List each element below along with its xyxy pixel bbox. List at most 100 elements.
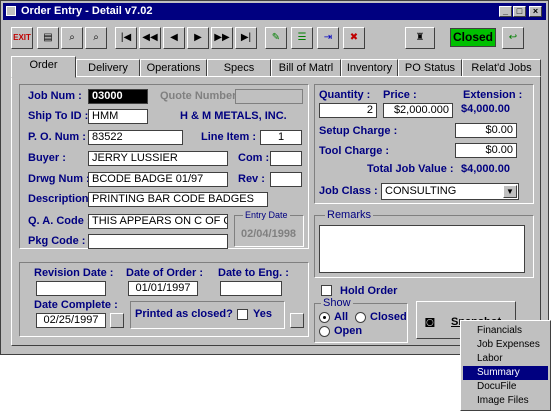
drawing-num-label: Drwg Num : <box>28 173 90 185</box>
setup-charge-label: Setup Charge : <box>319 125 398 137</box>
list-icon[interactable]: ☰ <box>291 27 313 49</box>
qa-code-field[interactable]: THIS APPEARS ON C OF C <box>88 214 228 229</box>
tab-order[interactable]: Order <box>11 56 76 78</box>
remarks-label: Remarks <box>325 209 374 221</box>
show-open-radio[interactable] <box>319 326 330 337</box>
menu-item-labor[interactable]: Labor <box>463 352 548 366</box>
print-icon[interactable]: ▤ <box>37 27 59 49</box>
snapshot-context-menu: Financials Job Expenses Labor Summary Do… <box>460 320 551 411</box>
quote-number-label: Quote Number : <box>160 90 244 102</box>
show-closed-radio[interactable] <box>355 312 366 323</box>
quantity-field[interactable]: 2 <box>319 103 377 118</box>
find-icon[interactable]: ⌕ <box>61 27 83 49</box>
line-item-field[interactable]: 1 <box>260 130 302 145</box>
tab-delivery[interactable]: Delivery <box>76 59 140 77</box>
pkg-code-field[interactable] <box>88 234 228 249</box>
price-field[interactable]: $2,000.000 <box>383 103 453 118</box>
edit-icon[interactable]: ✎ <box>265 27 287 49</box>
ship-to-field[interactable]: HMM <box>88 109 148 124</box>
printed-closed-group: Printed as closed? Yes <box>130 301 285 329</box>
tab-operations[interactable]: Operations <box>140 59 207 77</box>
job-num-field[interactable]: 03000 <box>88 89 148 104</box>
po-num-field[interactable]: 83522 <box>88 130 183 145</box>
setup-charge-field[interactable]: $0.00 <box>455 123 517 138</box>
close-button[interactable]: × <box>529 6 542 17</box>
rev-field[interactable] <box>270 172 302 187</box>
printed-yes-label: Yes <box>253 308 272 320</box>
menu-item-job-expenses[interactable]: Job Expenses <box>463 338 548 352</box>
maximize-button[interactable]: □ <box>513 6 526 17</box>
buyer-field[interactable]: JERRY LUSSIER <box>88 151 228 166</box>
find-next-icon[interactable]: ⌕ <box>85 27 107 49</box>
quote-number-field[interactable] <box>235 89 303 104</box>
entry-date-label: Entry Date <box>243 210 290 220</box>
title-bar: Order Entry - Detail v7.02 _ □ × <box>3 3 546 20</box>
menu-item-docufile[interactable]: DocuFile <box>463 380 548 394</box>
date-complete-button[interactable] <box>110 313 124 328</box>
buyer-label: Buyer : <box>28 152 66 164</box>
pkg-code-label: Pkg Code : <box>28 235 86 247</box>
qa-code-label: Q. A. Code : <box>28 215 91 227</box>
dates-group: Revision Date : Date of Order : 01/01/19… <box>19 262 309 337</box>
line-item-label: Line Item : <box>201 131 257 143</box>
remarks-field[interactable] <box>319 225 525 273</box>
delete-icon[interactable]: ✖ <box>343 27 365 49</box>
app-icon <box>6 6 16 16</box>
exit-icon[interactable]: EXIT <box>11 27 33 49</box>
company-name: H & M METALS, INC. <box>180 110 287 122</box>
menu-item-summary[interactable]: Summary <box>463 366 548 380</box>
order-panel: Job Num : 03000 Quote Number : Ship To I… <box>11 76 541 346</box>
printed-closed-label: Printed as closed? <box>135 308 233 320</box>
fast-back-icon[interactable]: ◀◀ <box>139 27 161 49</box>
remarks-group: Remarks <box>314 209 534 278</box>
order-entry-window: Order Entry - Detail v7.02 _ □ × EXIT ▤ … <box>0 0 549 355</box>
prev-record-icon[interactable]: ◀ <box>163 27 185 49</box>
tab-bill-of-material[interactable]: Bill of Matrl <box>271 59 341 77</box>
first-record-icon[interactable]: |◀ <box>115 27 137 49</box>
wizard-icon[interactable]: ♜ <box>405 27 435 49</box>
printed-closed-checkbox[interactable] <box>237 309 248 320</box>
tab-inventory[interactable]: Inventory <box>341 59 398 77</box>
drawing-num-field[interactable]: BCODE BADGE 01/97 <box>88 172 228 187</box>
window-title: Order Entry - Detail v7.02 <box>21 5 153 17</box>
quantity-label: Quantity : <box>319 89 371 101</box>
extension-value: $4,000.00 <box>461 103 510 115</box>
show-all-radio[interactable] <box>319 312 330 323</box>
date-to-eng-label: Date to Eng. : <box>218 267 289 279</box>
hold-order-checkbox[interactable] <box>321 285 332 296</box>
revision-date-label: Revision Date : <box>34 267 114 279</box>
show-all-label: All <box>334 311 349 323</box>
ship-to-label: Ship To ID : <box>28 110 89 122</box>
camera-icon: ◙ <box>425 314 435 331</box>
last-record-icon[interactable]: ▶| <box>235 27 257 49</box>
next-record-icon[interactable]: ▶ <box>187 27 209 49</box>
menu-item-financials[interactable]: Financials <box>463 324 548 338</box>
menu-item-image-files[interactable]: Image Files <box>463 394 548 408</box>
com-label: Com : <box>238 152 270 164</box>
transfer-icon[interactable]: ⇥ <box>317 27 339 49</box>
show-group: Show All Closed Open <box>314 297 408 343</box>
job-class-select[interactable]: CONSULTING <box>381 183 519 200</box>
chevron-down-icon[interactable]: ▼ <box>503 185 517 198</box>
extension-label: Extension : <box>463 89 523 101</box>
tab-specs[interactable]: Specs <box>207 59 271 77</box>
fast-forward-icon[interactable]: ▶▶ <box>211 27 233 49</box>
date-complete-label: Date Complete : <box>34 299 118 311</box>
date-complete-field[interactable]: 02/25/1997 <box>36 313 106 328</box>
description-field[interactable]: PRINTING BAR CODE BADGES <box>88 192 268 207</box>
com-field[interactable] <box>270 151 302 166</box>
rev-label: Rev : <box>238 173 265 185</box>
tab-po-status[interactable]: PO Status <box>398 59 462 77</box>
tab-related-jobs[interactable]: Relat'd Jobs <box>462 59 541 77</box>
tool-charge-field[interactable]: $0.00 <box>455 143 517 158</box>
description-label: Description : <box>28 193 96 205</box>
revision-date-field[interactable] <box>36 281 106 296</box>
minimize-button[interactable]: _ <box>499 6 512 17</box>
date-to-eng-field[interactable] <box>220 281 282 296</box>
show-label: Show <box>321 297 353 309</box>
printed-closed-button[interactable] <box>290 313 304 328</box>
return-icon[interactable]: ↩ <box>502 27 524 49</box>
tab-bar: Order Delivery Operations Specs Bill of … <box>11 56 541 78</box>
entry-date-value: 02/04/1998 <box>241 228 297 240</box>
date-of-order-field[interactable]: 01/01/1997 <box>128 281 198 296</box>
